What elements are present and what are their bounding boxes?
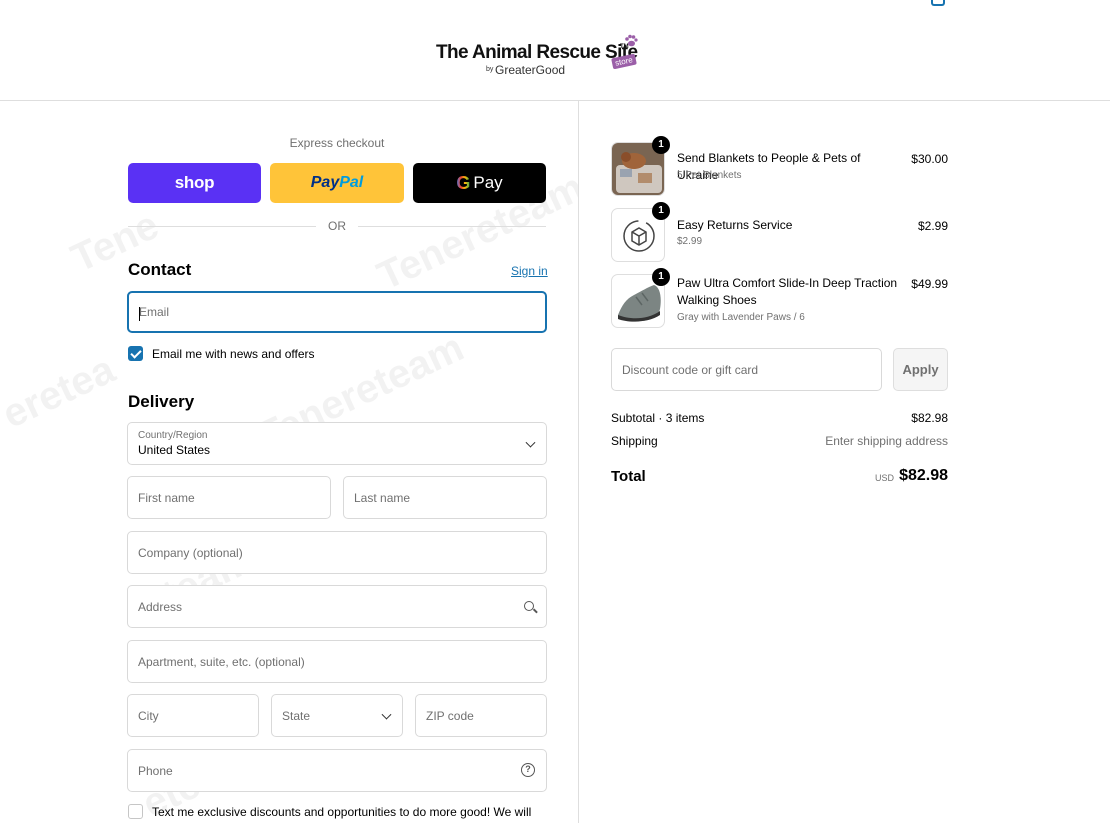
total-label: Total	[611, 468, 646, 485]
state-placeholder: State	[282, 708, 311, 723]
country-value: United States	[138, 443, 211, 457]
item-price: $49.99	[911, 277, 948, 291]
paypal-label-b: Pal	[339, 174, 364, 191]
shop-pay-button[interactable]: shop	[128, 163, 261, 203]
total-currency: USD	[875, 473, 895, 483]
subtotal-label: Subtotal · 3 items	[611, 411, 705, 425]
or-divider-text: OR	[328, 219, 346, 233]
contact-title: Contact	[128, 260, 192, 279]
google-pay-label: Pay	[473, 173, 503, 192]
apartment-placeholder: Apartment, suite, etc. (optional)	[138, 654, 305, 669]
google-pay-button[interactable]: G Pay	[413, 163, 546, 203]
logo-by: by	[486, 66, 494, 73]
item-variant: Gray with Lavender Paws / 6	[677, 312, 805, 323]
newsletter-label: Email me with news and offers	[152, 347, 315, 361]
sms-label: Text me exclusive discounts and opportun…	[152, 805, 532, 819]
first-name-field[interactable]: First name	[127, 476, 331, 519]
google-g-icon: G	[456, 172, 471, 193]
company-placeholder: Company (optional)	[138, 545, 243, 560]
phone-placeholder: Phone	[138, 763, 173, 778]
first-name-placeholder: First name	[138, 490, 195, 505]
shop-pay-label: shop	[174, 173, 215, 192]
chevron-down-icon	[525, 437, 536, 448]
sms-checkbox[interactable]	[128, 804, 143, 819]
watermark: eretea	[0, 347, 122, 437]
logo-parent: GreaterGood	[495, 63, 566, 77]
cart-icon[interactable]	[931, 0, 945, 6]
shipping-label: Shipping	[611, 434, 658, 448]
newsletter-checkbox[interactable]	[128, 346, 143, 361]
help-icon[interactable]: ?	[521, 763, 535, 777]
item-variant: 5 Pet Blankets	[677, 170, 742, 181]
item-price: $2.99	[917, 219, 948, 233]
subtotal-value: $82.98	[911, 411, 948, 425]
email-placeholder: Email	[139, 305, 170, 319]
search-icon	[524, 601, 534, 611]
paypal-label-a: Pay	[310, 174, 340, 191]
paypal-button[interactable]: Pay Pal	[270, 163, 404, 203]
column-divider	[578, 101, 579, 823]
or-divider-right	[358, 226, 546, 227]
chevron-down-icon	[381, 709, 392, 720]
apply-discount-button[interactable]: Apply	[893, 348, 948, 391]
last-name-field[interactable]: Last name	[343, 476, 547, 519]
discount-code-field[interactable]: Discount code or gift card	[611, 348, 882, 391]
apartment-field[interactable]: Apartment, suite, etc. (optional)	[127, 640, 547, 683]
site-header: The Animal Rescue Site TM by GreaterGood…	[0, 0, 1110, 101]
item-qty-badge: 1	[652, 268, 670, 286]
delivery-title: Delivery	[128, 392, 195, 411]
item-price: $30.00	[911, 152, 948, 166]
total-value: $82.98	[899, 467, 948, 484]
item-name: Easy Returns Service	[677, 218, 793, 232]
item-qty-badge: 1	[652, 136, 670, 154]
item-qty-badge: 1	[652, 202, 670, 220]
paw-icon	[625, 34, 638, 47]
logo-text: The Animal Rescue Site	[436, 42, 638, 63]
email-field[interactable]: Email	[127, 291, 547, 333]
last-name-placeholder: Last name	[354, 490, 411, 505]
address-field[interactable]: Address	[127, 585, 547, 628]
sign-in-link[interactable]: Sign in	[511, 264, 548, 278]
country-label: Country/Region	[138, 430, 208, 441]
city-field[interactable]: City	[127, 694, 259, 737]
brand-logo[interactable]: The Animal Rescue Site TM by GreaterGood…	[436, 34, 642, 82]
zip-placeholder: ZIP code	[426, 708, 474, 723]
item-name: Paw Ultra Comfort Slide-In Deep Traction…	[677, 276, 898, 307]
city-placeholder: City	[138, 708, 159, 723]
state-select[interactable]: State	[271, 694, 403, 737]
address-placeholder: Address	[138, 599, 183, 614]
express-checkout-title: Express checkout	[289, 136, 385, 150]
or-divider-left	[128, 226, 316, 227]
zip-field[interactable]: ZIP code	[415, 694, 547, 737]
discount-placeholder: Discount code or gift card	[622, 362, 759, 377]
item-variant: $2.99	[677, 236, 703, 247]
company-field[interactable]: Company (optional)	[127, 531, 547, 574]
phone-field[interactable]: Phone ?	[127, 749, 547, 792]
country-select[interactable]: Country/Region United States	[127, 422, 547, 465]
shipping-value: Enter shipping address	[825, 434, 948, 448]
